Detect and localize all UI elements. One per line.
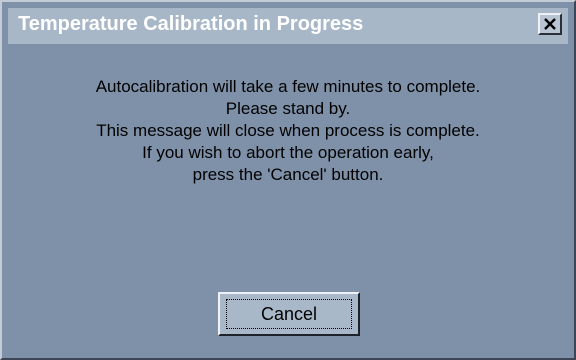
- message-line: press the 'Cancel' button.: [192, 165, 384, 184]
- message-line: Please stand by.: [225, 99, 351, 118]
- cancel-button[interactable]: Cancel: [218, 292, 360, 336]
- dialog-message: Autocalibration will take a few minutes …: [22, 76, 554, 186]
- calibration-dialog: Temperature Calibration in Progress Auto…: [0, 0, 576, 360]
- close-button[interactable]: [538, 13, 562, 35]
- message-line: Autocalibration will take a few minutes …: [95, 77, 481, 96]
- message-line: If you wish to abort the operation early…: [142, 143, 434, 162]
- title-bar: Temperature Calibration in Progress: [8, 8, 568, 44]
- close-icon: [544, 18, 556, 30]
- cancel-button-label: Cancel: [260, 304, 318, 324]
- dialog-title: Temperature Calibration in Progress: [18, 13, 364, 35]
- message-line: This message will close when process is …: [96, 121, 480, 140]
